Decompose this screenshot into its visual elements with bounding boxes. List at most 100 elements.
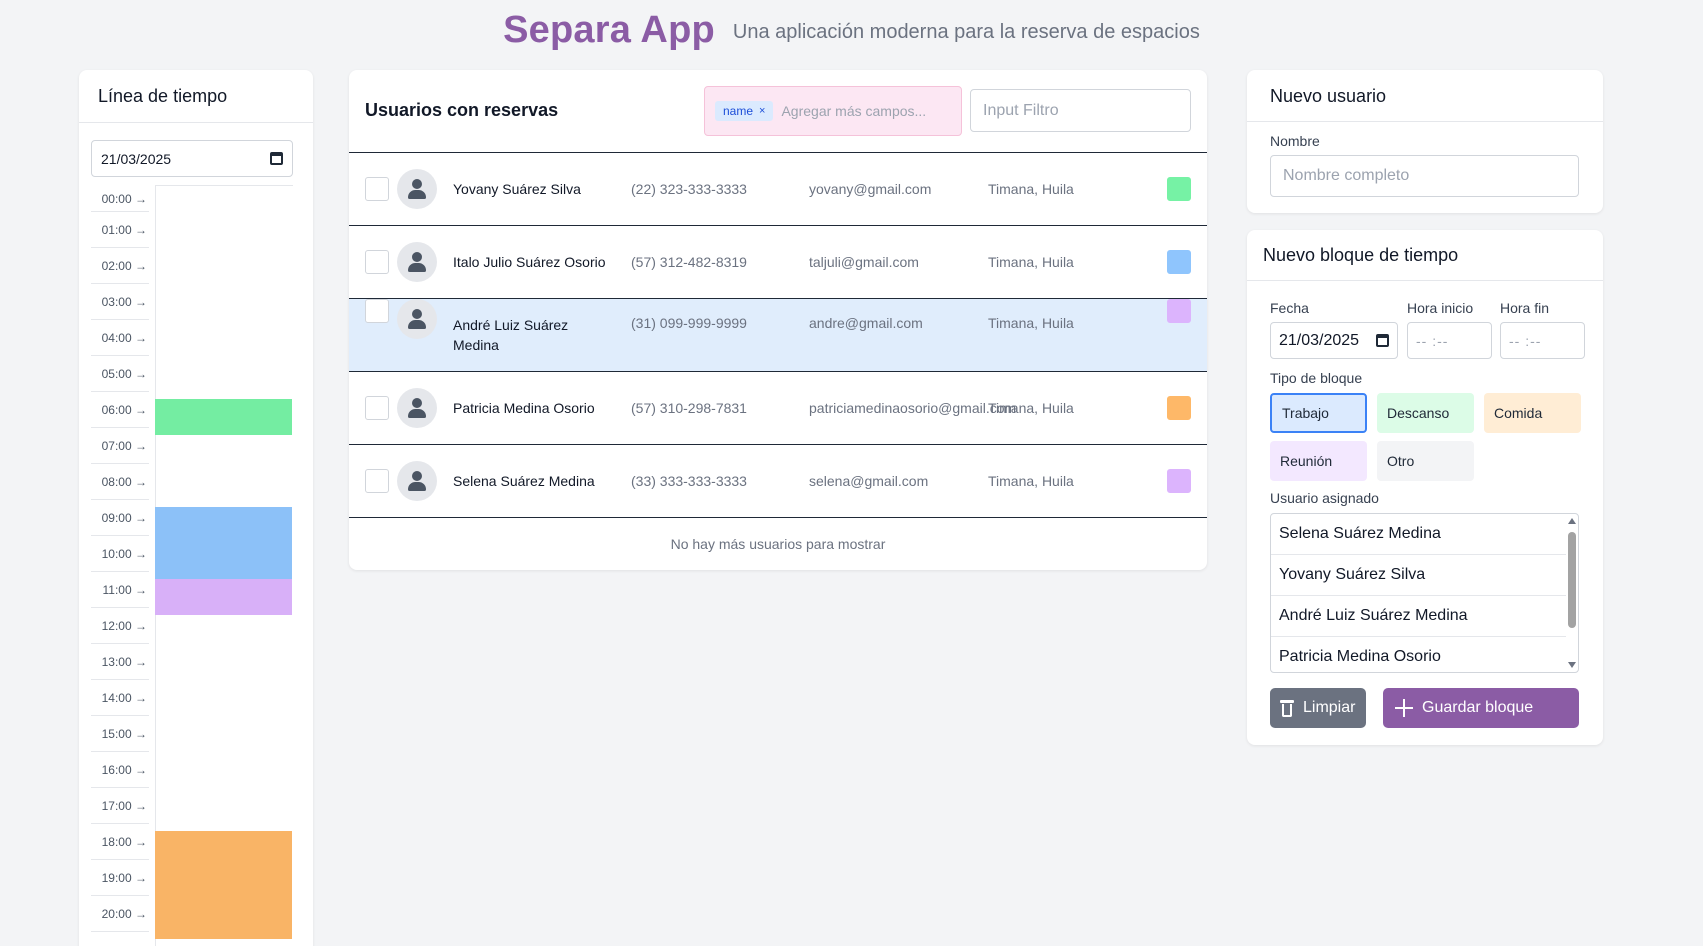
block-type-label: Tipo de bloque <box>1270 370 1363 386</box>
hour-label: 04:00 → <box>91 320 149 356</box>
new-user-panel: Nuevo usuario Nombre Nombre completo <box>1247 70 1603 213</box>
hour-label: 00:00 → <box>91 186 149 212</box>
start-time-placeholder: -- :-- <box>1416 332 1449 349</box>
clear-button-label: Limpiar <box>1303 699 1356 716</box>
user-color-swatch <box>1167 250 1191 274</box>
user-phone: (57) 312-482-8319 <box>631 254 747 270</box>
hour-label: 05:00 → <box>91 356 149 392</box>
row-checkbox[interactable] <box>365 299 389 323</box>
row-checkbox[interactable] <box>365 469 389 493</box>
new-block-title: Nuevo bloque de tiempo <box>1247 230 1603 281</box>
row-checkbox[interactable] <box>365 177 389 201</box>
filter-input[interactable]: Input Filtro <box>970 89 1191 132</box>
hour-label: 09:00 → <box>91 500 149 536</box>
users-panel: Usuarios con reservas name × Agregar más… <box>349 70 1207 570</box>
avatar <box>397 169 437 209</box>
time-block[interactable] <box>155 579 292 615</box>
table-row[interactable]: Yovany Suárez Silva (22) 323-333-3333 yo… <box>349 153 1207 226</box>
user-city: Timana, Huila <box>988 254 1074 270</box>
user-option[interactable]: André Luiz Suárez Medina <box>1271 596 1566 637</box>
app-header: Separa App Una aplicación moderna para l… <box>0 0 1703 60</box>
field-tags-input[interactable]: name × Agregar más campos... <box>704 86 962 136</box>
block-date-input[interactable]: 21/03/2025 <box>1270 322 1398 359</box>
user-email: yovany@gmail.com <box>809 181 932 197</box>
user-city: Timana, Huila <box>988 181 1074 197</box>
save-block-button-label: Guardar bloque <box>1422 699 1534 716</box>
user-name: André Luiz Suárez Medina <box>453 317 569 353</box>
assigned-user-list[interactable]: Selena Suárez Medina Yovany Suárez Silva A… <box>1270 513 1579 673</box>
tags-placeholder[interactable]: Agregar más campos... <box>781 103 926 119</box>
field-tag: name × <box>715 101 774 121</box>
user-name: Yovany Suárez Silva <box>453 181 581 197</box>
table-row[interactable]: André Luiz Suárez Medina (31) 099-999-99… <box>349 299 1207 372</box>
block-type-descanso[interactable]: Descanso <box>1377 393 1474 433</box>
user-color-swatch <box>1167 299 1191 323</box>
user-color-swatch <box>1167 177 1191 201</box>
timeline-date-input[interactable]: 21/03/2025 <box>91 140 293 177</box>
user-email: taljuli@gmail.com <box>809 254 919 270</box>
avatar <box>397 461 437 501</box>
calendar-icon[interactable] <box>1376 334 1389 347</box>
field-tag-label: name <box>723 104 754 118</box>
scroll-up-arrow-icon[interactable] <box>1568 518 1576 524</box>
hour-label: 08:00 → <box>91 464 149 500</box>
hour-label: 14:00 → <box>91 680 149 716</box>
hour-label: 10:00 → <box>91 536 149 572</box>
scroll-thumb[interactable] <box>1568 532 1576 628</box>
avatar <box>397 388 437 428</box>
user-option[interactable]: Selena Suárez Medina <box>1271 514 1566 555</box>
user-table: Yovany Suárez Silva (22) 323-333-3333 yo… <box>349 153 1207 518</box>
block-type-otro[interactable]: Otro <box>1377 441 1474 481</box>
timeline-date-value: 21/03/2025 <box>101 150 172 167</box>
time-block[interactable] <box>155 507 292 579</box>
user-color-swatch <box>1167 469 1191 493</box>
user-name: Italo Julio Suárez Osorio <box>453 254 606 270</box>
plus-icon <box>1395 699 1413 717</box>
row-checkbox[interactable] <box>365 250 389 274</box>
scroll-down-arrow-icon[interactable] <box>1568 662 1576 668</box>
date-label: Fecha <box>1270 300 1309 316</box>
hour-label: 18:00 → <box>91 824 149 860</box>
user-name: Patricia Medina Osorio <box>453 400 595 416</box>
assigned-user-label: Usuario asignado <box>1270 490 1379 506</box>
hour-labels: 00:00 → 01:00 → 02:00 → 03:00 → 04:00 → 05:00… <box>91 186 149 932</box>
user-email: andre@gmail.com <box>809 315 923 331</box>
block-type-trabajo[interactable]: Trabajo <box>1270 393 1367 433</box>
user-option[interactable]: Yovany Suárez Silva <box>1271 555 1566 596</box>
table-row[interactable]: Italo Julio Suárez Osorio (57) 312-482-8… <box>349 226 1207 299</box>
trash-icon <box>1280 699 1294 717</box>
hour-label: 15:00 → <box>91 716 149 752</box>
table-row[interactable]: Patricia Medina Osorio (57) 310-298-7831… <box>349 372 1207 445</box>
save-block-button[interactable]: Guardar bloque <box>1383 688 1579 728</box>
end-time-placeholder: -- :-- <box>1509 332 1542 349</box>
user-color-swatch <box>1167 396 1191 420</box>
users-title: Usuarios con reservas <box>365 100 559 120</box>
avatar <box>397 299 437 339</box>
block-type-reunin[interactable]: Reunión <box>1270 441 1367 481</box>
app-subtitle: Una aplicación moderna para la reserva d… <box>732 20 1200 43</box>
scrollbar[interactable] <box>1568 518 1576 668</box>
time-block[interactable] <box>155 399 292 435</box>
block-date-value: 21/03/2025 <box>1279 331 1360 349</box>
user-option[interactable]: Patricia Medina Osorio <box>1271 637 1566 672</box>
user-name: Selena Suárez Medina <box>453 473 595 489</box>
hour-label: 13:00 → <box>91 644 149 680</box>
time-block[interactable] <box>155 831 292 939</box>
app-title: Separa App <box>503 8 715 51</box>
hour-label: 20:00 → <box>91 896 149 932</box>
block-type-comida[interactable]: Comida <box>1484 393 1581 433</box>
users-header: Usuarios con reservas name × Agregar más… <box>349 70 1207 153</box>
close-icon[interactable]: × <box>759 105 765 117</box>
start-time-input[interactable]: -- :-- <box>1407 322 1492 359</box>
user-email: patriciamedinaosorio@gmail.com <box>809 400 1017 416</box>
calendar-icon[interactable] <box>270 152 283 165</box>
empty-message: No hay más usuarios para mostrar <box>670 536 886 552</box>
table-row[interactable]: Selena Suárez Medina (33) 333-333-3333 s… <box>349 445 1207 518</box>
hour-label: 16:00 → <box>91 752 149 788</box>
name-field[interactable]: Nombre completo <box>1270 155 1579 197</box>
row-checkbox[interactable] <box>365 396 389 420</box>
end-time-label: Hora fin <box>1500 300 1550 316</box>
user-city: Timana, Huila <box>988 315 1074 331</box>
end-time-input[interactable]: -- :-- <box>1500 322 1585 359</box>
clear-button[interactable]: Limpiar <box>1270 688 1366 728</box>
